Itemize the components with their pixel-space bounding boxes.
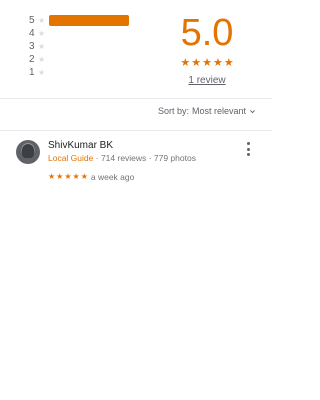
histogram-bar bbox=[49, 15, 129, 26]
divider bbox=[0, 98, 272, 99]
reviewer-info: ShivKumar BK Local Guide · 714 reviews ·… bbox=[48, 140, 196, 164]
star-icon: ★ bbox=[56, 172, 64, 181]
review-time: a week ago bbox=[90, 172, 135, 182]
divider bbox=[0, 130, 272, 131]
reviewer-photo-count: · 779 photos bbox=[148, 153, 196, 163]
sort-dropdown[interactable]: Sort by: Most relevant bbox=[158, 106, 256, 116]
star-icon: ★ bbox=[191, 57, 202, 69]
chevron-down-icon bbox=[250, 109, 255, 113]
review-stars: ★ ★ ★ ★ ★ bbox=[48, 172, 88, 182]
histogram-row[interactable]: 4 ★ bbox=[29, 27, 129, 40]
score-block: 5.0 ★ ★ ★ ★ ★ 1 review bbox=[176, 10, 238, 86]
star-icon: ★ bbox=[38, 29, 46, 38]
star-icon: ★ bbox=[223, 57, 234, 69]
star-icon: ★ bbox=[180, 57, 191, 69]
star-icon: ★ bbox=[72, 172, 80, 181]
histogram-bar bbox=[49, 28, 129, 39]
star-icon: ★ bbox=[202, 57, 212, 69]
histogram-label: 2 bbox=[29, 54, 35, 65]
star-icon: ★ bbox=[38, 16, 46, 25]
rating-summary: 5 ★ 4 ★ 3 ★ 2 ★ 1 ★ 5.0 ★ ★ ★ ★ ★ 1 revi… bbox=[0, 0, 272, 98]
avatar[interactable] bbox=[16, 140, 40, 164]
star-icon: ★ bbox=[38, 55, 46, 64]
sort-value: Most relevant bbox=[191, 106, 246, 116]
histogram-row[interactable]: 2 ★ bbox=[29, 53, 129, 66]
review-rating-line: ★ ★ ★ ★ ★ a week ago bbox=[48, 172, 134, 182]
histogram-row[interactable]: 1 ★ bbox=[29, 66, 129, 79]
histogram-label: 3 bbox=[29, 41, 35, 52]
histogram-bar bbox=[49, 54, 129, 65]
star-icon: ★ bbox=[80, 172, 88, 181]
histogram-bar bbox=[49, 41, 129, 52]
score-stars: ★ ★ ★ ★ ★ bbox=[176, 57, 238, 69]
review-count-link[interactable]: 1 review bbox=[176, 75, 238, 86]
histogram-label: 5 bbox=[29, 15, 35, 26]
sort-label: Sort by: bbox=[157, 106, 189, 116]
histogram-row[interactable]: 3 ★ bbox=[29, 40, 129, 53]
star-icon: ★ bbox=[212, 57, 223, 69]
local-guide-badge: Local Guide bbox=[48, 153, 94, 163]
star-icon: ★ bbox=[48, 172, 56, 181]
avatar-figure bbox=[22, 144, 34, 158]
average-score: 5.0 bbox=[180, 12, 234, 54]
histogram-label: 1 bbox=[29, 67, 35, 78]
star-icon: ★ bbox=[38, 42, 46, 51]
histogram-bar bbox=[49, 67, 129, 78]
histogram-fill bbox=[49, 15, 129, 26]
rating-histogram: 5 ★ 4 ★ 3 ★ 2 ★ 1 ★ bbox=[29, 14, 129, 79]
star-icon: ★ bbox=[64, 172, 72, 181]
star-icon: ★ bbox=[38, 68, 46, 77]
reviewer-meta: Local Guide · 714 reviews · 779 photos bbox=[48, 152, 196, 164]
reviewer-review-count: · 714 reviews bbox=[95, 153, 147, 163]
histogram-row[interactable]: 5 ★ bbox=[29, 14, 129, 27]
more-vert-icon[interactable] bbox=[244, 142, 252, 156]
histogram-label: 4 bbox=[29, 28, 35, 39]
reviewer-name[interactable]: ShivKumar BK bbox=[48, 140, 196, 152]
